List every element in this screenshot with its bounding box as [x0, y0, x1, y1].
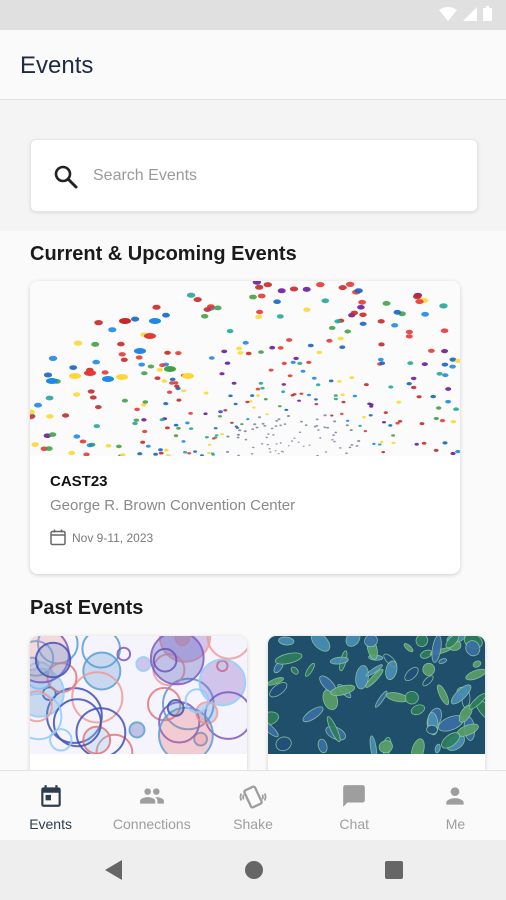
past-event-image [30, 636, 247, 754]
nav-item-connections[interactable]: Connections [101, 771, 202, 840]
recents-icon[interactable] [383, 858, 405, 882]
nav-label: Shake [233, 816, 273, 832]
signal-icon [463, 6, 477, 21]
bottom-navigation: Events Connections Shake Chat Me [0, 770, 506, 840]
chat-icon [343, 785, 366, 807]
nav-item-chat[interactable]: Chat [304, 771, 405, 840]
calendar-icon [40, 785, 61, 807]
shake-icon [239, 785, 267, 809]
past-event-card[interactable] [268, 636, 485, 770]
event-venue: George R. Brown Convention Center [50, 497, 296, 514]
event-date-row: Nov 9-11, 2023 [50, 529, 153, 546]
search-input[interactable]: Search Events [30, 139, 478, 212]
event-name: CAST23 [50, 473, 108, 490]
app-bar: Events [0, 30, 506, 100]
nav-label: Chat [339, 816, 369, 832]
search-icon [54, 165, 78, 189]
system-navigation-bar [0, 840, 506, 900]
wifi-icon [439, 6, 457, 21]
nav-label: Connections [112, 816, 191, 832]
nav-label: Events [29, 816, 72, 832]
past-events-heading: Past Events [30, 597, 144, 619]
event-card[interactable]: CAST23 George R. Brown Convention Center… [30, 281, 460, 574]
events-content[interactable]: Search Events Current & Upcoming Events … [0, 101, 506, 770]
past-event-card[interactable] [30, 636, 247, 770]
status-icons [439, 6, 492, 21]
battery-icon [483, 6, 492, 21]
event-banner-image [30, 281, 460, 456]
search-placeholder: Search Events [93, 167, 198, 184]
past-event-image [268, 636, 485, 754]
people-icon [139, 788, 164, 804]
nav-label: Me [445, 816, 466, 832]
status-bar [0, 0, 506, 30]
nav-item-events[interactable]: Events [0, 771, 101, 840]
nav-item-shake[interactable]: Shake [202, 771, 303, 840]
person-icon [446, 787, 465, 805]
event-date: Nov 9-11, 2023 [72, 530, 154, 545]
home-icon[interactable] [243, 858, 265, 882]
current-events-heading: Current & Upcoming Events [30, 243, 297, 265]
search-section: Search Events [0, 101, 506, 231]
nav-item-me[interactable]: Me [405, 771, 506, 840]
page-title: Events [20, 52, 94, 79]
calendar-icon [50, 529, 66, 546]
back-icon[interactable] [102, 858, 124, 882]
